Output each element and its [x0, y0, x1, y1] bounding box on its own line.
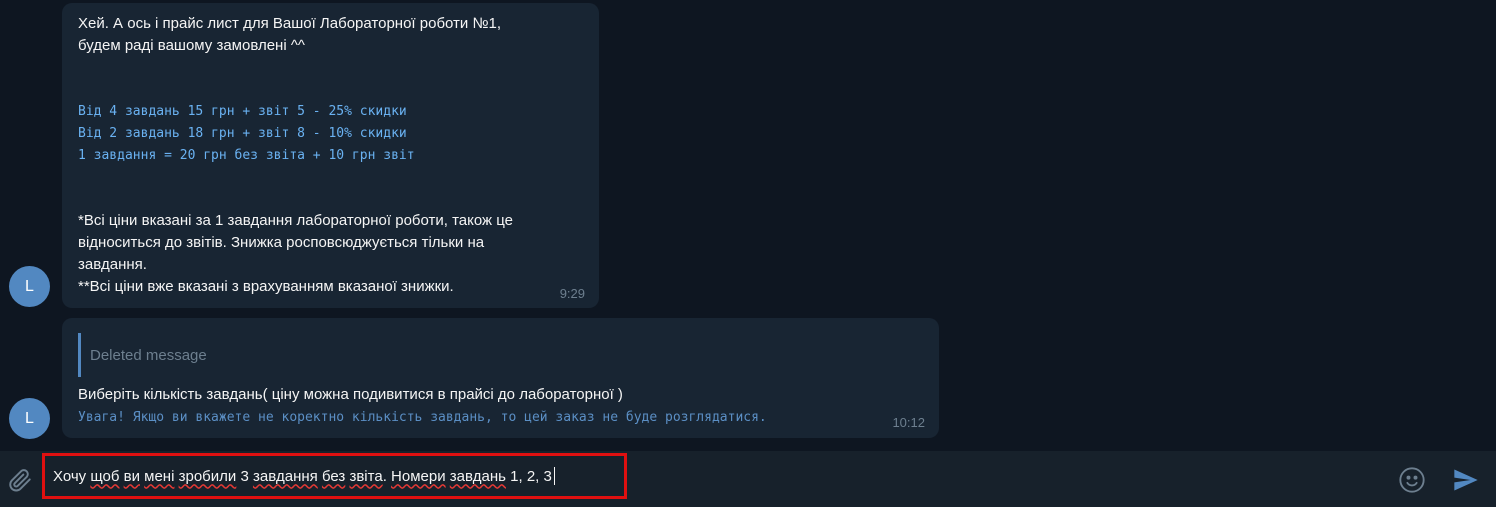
misspelled-word: завдань	[449, 467, 506, 485]
misspelled-word: Номери	[391, 467, 446, 485]
reply-preview-text: Deleted message	[90, 346, 207, 364]
price-line: Від 4 завдань 15 грн + звіт 5 - 25% скид…	[78, 104, 407, 119]
reply-preview[interactable]: Deleted message	[78, 333, 207, 377]
message-time: 9:29	[559, 286, 585, 301]
text-caret	[553, 467, 555, 485]
message-input-text: Хочу щоб ви мені зробили 3 завдання без …	[53, 468, 552, 485]
message-input[interactable]: Хочу щоб ви мені зробили 3 завдання без …	[42, 453, 627, 499]
misspelled-word: завдання	[252, 467, 318, 485]
emoji-icon[interactable]	[1397, 465, 1427, 495]
avatar[interactable]: L	[9, 266, 50, 307]
misspelled-word: звіта	[349, 467, 383, 485]
message-time: 10:12	[892, 415, 925, 430]
message-notes: *Всі ціни вказані за 1 завдання лаборато…	[78, 212, 514, 295]
price-list: Від 4 завдань 15 грн + звіт 5 - 25% скид…	[78, 101, 415, 167]
send-icon[interactable]	[1450, 465, 1482, 495]
misspelled-word: мені	[144, 467, 175, 485]
input-text-segment: 1, 2, 3	[505, 467, 552, 485]
paperclip-icon[interactable]	[6, 466, 34, 494]
avatar[interactable]: L	[9, 398, 50, 439]
price-line: 1 завдання = 20 грн без звіта + 10 грн з…	[78, 148, 415, 163]
misspelled-word: без	[321, 467, 346, 485]
misspelled-word: щоб	[90, 467, 120, 485]
misspelled-word: зробили	[178, 467, 237, 485]
misspelled-word: ви	[123, 467, 140, 485]
input-text-segment: .	[382, 467, 392, 485]
input-text-segment: Хочу	[53, 467, 91, 485]
message-text: Виберіть кількість завдань( ціну можна п…	[78, 386, 623, 403]
message-bubble: Хей. А ось і прайс лист для Вашої Лабора…	[62, 3, 599, 308]
warning-text: Увага! Якщо ви вкажете не коректно кільк…	[78, 410, 767, 425]
message-bubble: Deleted message Виберіть кількість завда…	[62, 318, 939, 438]
message-intro: Хей. А ось і прайс лист для Вашої Лабора…	[78, 15, 502, 54]
price-line: Від 2 завдань 18 грн + звіт 8 - 10% скид…	[78, 126, 407, 141]
input-text-segment: 3	[236, 467, 253, 485]
